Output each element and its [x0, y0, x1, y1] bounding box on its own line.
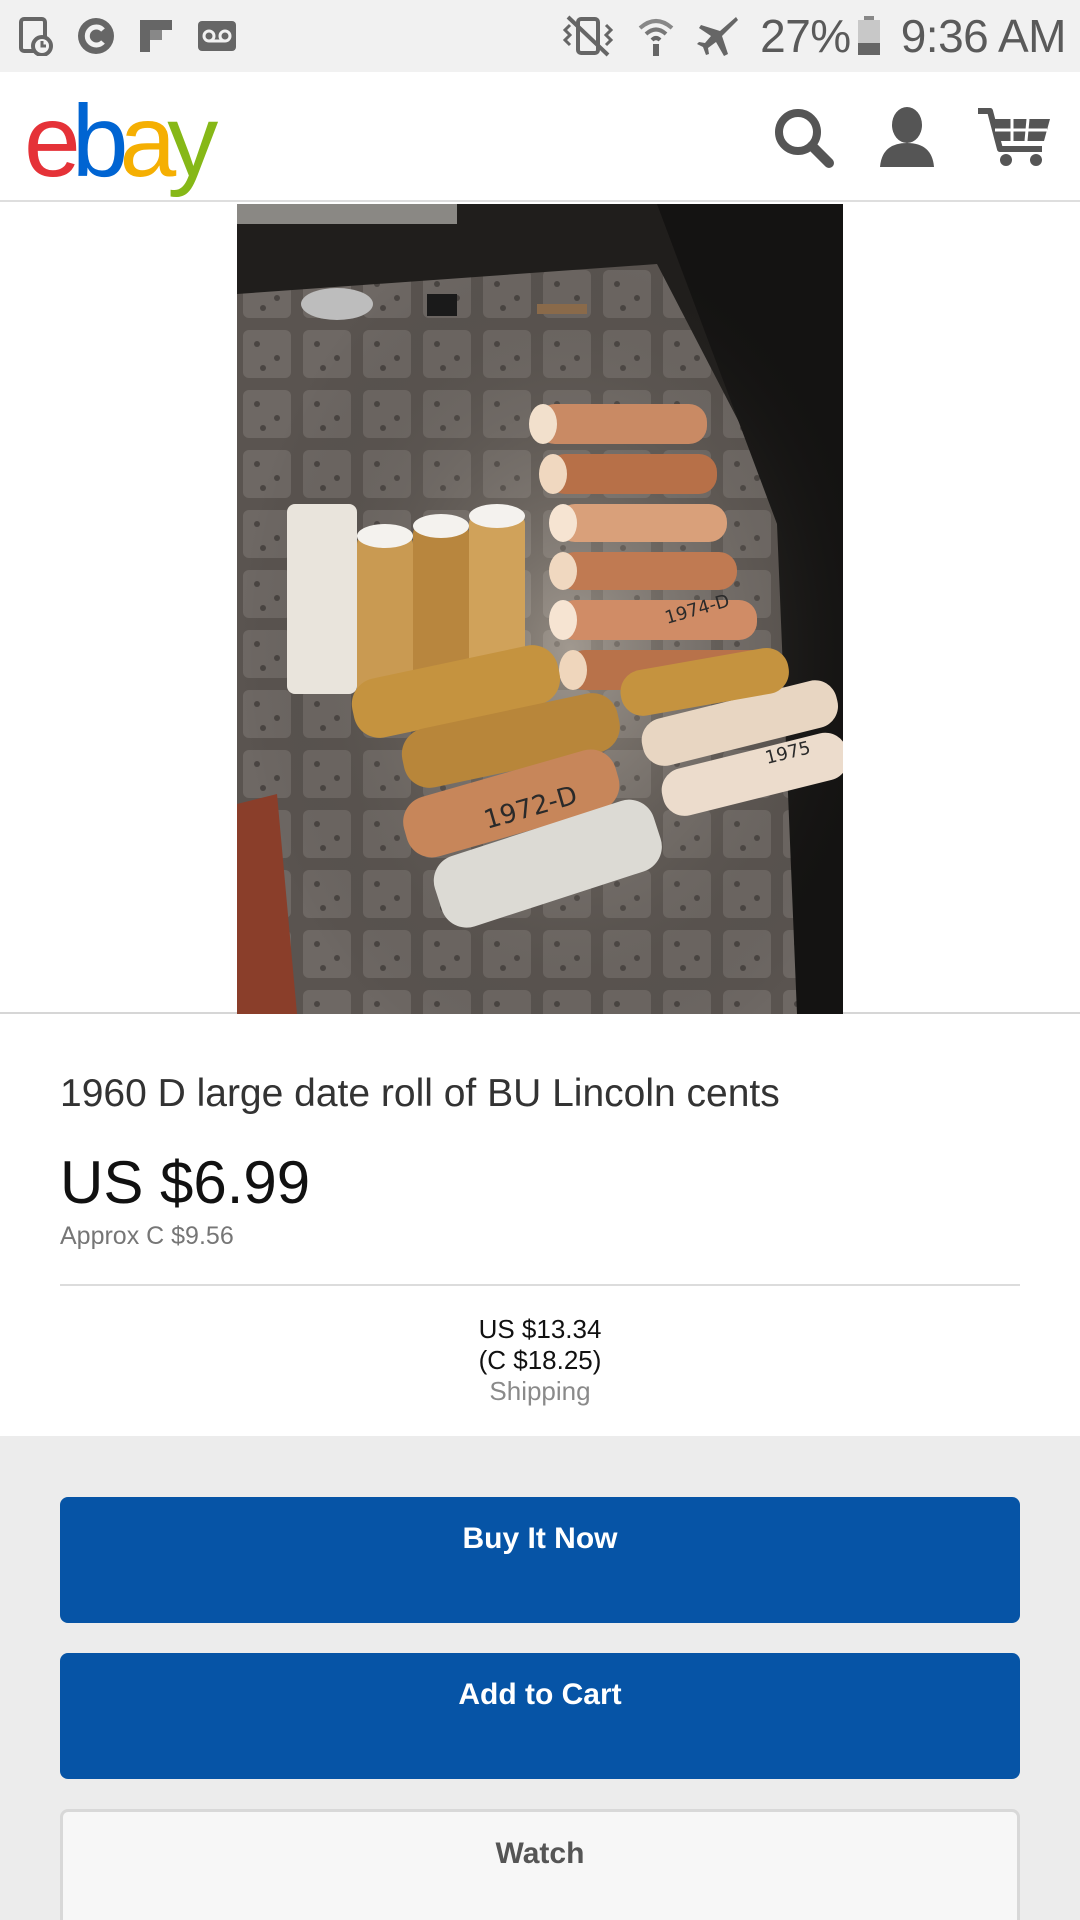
clock: 9:36 AM [900, 10, 1067, 62]
shipping-label: Shipping [489, 1376, 591, 1406]
shipping-info: US $13.34 (C $18.25) Shipping [0, 1314, 1080, 1407]
voicemail-notification-icon [196, 19, 238, 53]
product-image-carousel[interactable]: 1972-D 1974-D 1975 [0, 204, 1080, 1014]
purchase-actions: Buy It Now Add to Cart Watch [0, 1436, 1080, 1920]
item-price: US $6.99 [60, 1149, 311, 1216]
status-system: 27% 9:36 AM [540, 9, 1067, 63]
account-icon[interactable] [872, 102, 942, 172]
vibrate-mute-icon [560, 15, 616, 57]
add-to-cart-button[interactable]: Add to Cart [60, 1653, 1020, 1779]
shipping-cost-cad: (C $18.25) [478, 1345, 602, 1375]
battery-icon [857, 16, 881, 56]
buy-it-now-button[interactable]: Buy It Now [60, 1497, 1020, 1623]
airplane-mode-icon [696, 14, 740, 58]
watch-button[interactable]: Watch [60, 1809, 1020, 1920]
battery-percent: 27% [760, 10, 851, 62]
ebay-logo[interactable]: ebay [24, 90, 218, 192]
shipping-cost-usd: US $13.34 [478, 1314, 602, 1344]
cart-icon[interactable] [976, 102, 1054, 172]
product-photo[interactable]: 1972-D 1974-D 1975 [237, 204, 843, 1014]
item-title: 1960 D large date roll of BU Lincoln cen… [60, 1072, 780, 1115]
approx-price: Approx C $9.56 [60, 1222, 234, 1250]
app-header: ebay [0, 72, 1080, 202]
search-icon[interactable] [768, 102, 838, 172]
coin-rolls-illustration: 1972-D 1974-D 1975 [237, 204, 843, 1014]
divider [60, 1284, 1020, 1286]
app-c-notification-icon [76, 16, 116, 56]
wifi-calling-icon [636, 14, 676, 58]
status-bar: 27% 9:36 AM [0, 0, 1080, 72]
screenshot-notification-icon [18, 16, 54, 56]
flipboard-notification-icon [138, 18, 174, 54]
status-notifications [18, 16, 260, 56]
